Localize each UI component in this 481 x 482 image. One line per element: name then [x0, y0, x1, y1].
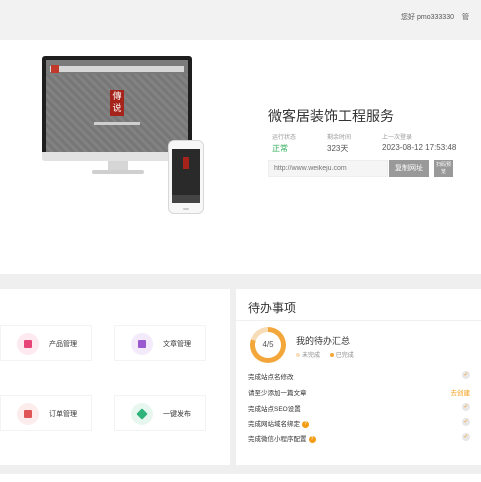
- site-url-field[interactable]: [268, 160, 388, 177]
- create-article-link[interactable]: 去创建: [451, 387, 471, 397]
- legend-done: 已完成: [329, 353, 354, 359]
- phone-screen: [172, 149, 200, 203]
- done-dot-icon: [329, 353, 334, 358]
- check-icon: ✓: [462, 403, 470, 411]
- legend-pending: 未完成: [296, 353, 320, 359]
- phone-bottom-bar: [172, 195, 200, 203]
- progress-count: 4/5: [255, 332, 281, 358]
- module-articles[interactable]: 文章管理: [114, 325, 206, 361]
- quick-modules-panel: 产品管理 文章管理 订单管理 一键发布: [0, 289, 230, 465]
- stat-label: 剩余时间: [327, 135, 352, 141]
- task-item: 完成站点名修改 ✓: [248, 371, 470, 381]
- legend-pending-label: 未完成: [302, 353, 321, 359]
- product-icon: [17, 333, 39, 355]
- copy-url-button[interactable]: 复制网址: [389, 160, 429, 177]
- monitor-neck: [108, 161, 128, 170]
- remaining-stat: 剩余时间 323天: [327, 132, 351, 154]
- module-products[interactable]: 产品管理: [0, 325, 92, 361]
- screen-nav: [50, 66, 184, 72]
- module-label: 产品管理: [49, 341, 77, 348]
- module-label: 一键发布: [163, 411, 191, 418]
- user-greeting[interactable]: 您好 pmo333330 管: [401, 12, 469, 22]
- summary-title: 我的待办汇总: [296, 336, 351, 346]
- help-icon[interactable]: ?: [308, 435, 316, 443]
- pending-dot-icon: [296, 353, 300, 358]
- monitor-screen: 傳说: [46, 60, 188, 152]
- stat-label: 上一次登录: [382, 135, 413, 141]
- admin-menu[interactable]: 管: [462, 14, 469, 21]
- stat-value: 2023-08-12 17:53:48: [382, 143, 457, 152]
- todo-panel: 待办事项 4/5 我的待办汇总 未完成 已完成 完成站点名修改 ✓ 请至少添加一…: [236, 289, 481, 465]
- progress-legend: 未完成 已完成: [296, 350, 354, 359]
- screen-logo: [51, 65, 59, 73]
- phone-home-button: [183, 208, 189, 210]
- send-icon: [131, 403, 153, 425]
- stat-value: 正常: [272, 144, 288, 153]
- phone-seal: [183, 157, 189, 169]
- qr-preview-button[interactable]: 扫码预览: [434, 160, 453, 177]
- module-label: 订单管理: [49, 411, 77, 418]
- task-label: 完成网站域名绑定: [248, 421, 300, 428]
- task-item: 完成站点SEO设置 ✓: [248, 403, 470, 413]
- phone-mockup: [168, 140, 204, 214]
- progress-ring: 4/5: [250, 327, 286, 363]
- site-title: 微客居装饰工程服务: [268, 108, 394, 124]
- legend-done-label: 已完成: [335, 353, 354, 359]
- divider: [236, 320, 481, 321]
- check-icon: ✓: [462, 418, 470, 426]
- help-icon[interactable]: ?: [302, 420, 309, 428]
- stat-label: 运行状态: [272, 135, 297, 141]
- task-item: 请至少添加一篇文章 去创建: [248, 387, 470, 397]
- article-icon: [131, 333, 153, 355]
- task-label: 请至少添加一篇文章: [248, 390, 307, 397]
- task-item: 完成微信小程序配置? ✓: [248, 433, 470, 443]
- task-label: 完成微信小程序配置: [248, 436, 307, 443]
- task-label: 完成站点名修改: [248, 374, 294, 381]
- monitor-base: [92, 170, 144, 174]
- task-label: 完成站点SEO设置: [248, 406, 301, 413]
- greeting-text: 您好: [401, 14, 416, 21]
- todo-title: 待办事项: [248, 301, 297, 315]
- next-section-edge: [0, 474, 481, 482]
- screen-seal: 傳说: [110, 90, 124, 116]
- module-publish[interactable]: 一键发布: [114, 395, 206, 431]
- order-icon: [17, 403, 39, 425]
- module-label: 文章管理: [163, 341, 191, 348]
- screen-subtitle: [94, 122, 140, 125]
- username: pmo333330: [417, 14, 454, 21]
- module-orders[interactable]: 订单管理: [0, 395, 92, 431]
- check-icon: ✓: [462, 371, 470, 379]
- last-login-stat: 上一次登录 2023-08-12 17:53:48: [382, 132, 456, 152]
- task-item: 完成网站域名绑定? ✓: [248, 418, 470, 428]
- top-bar: 您好 pmo333330 管: [0, 0, 481, 40]
- stat-value: 323天: [327, 144, 349, 153]
- check-icon: ✓: [462, 433, 470, 441]
- status-stat: 运行状态 正常: [272, 132, 296, 154]
